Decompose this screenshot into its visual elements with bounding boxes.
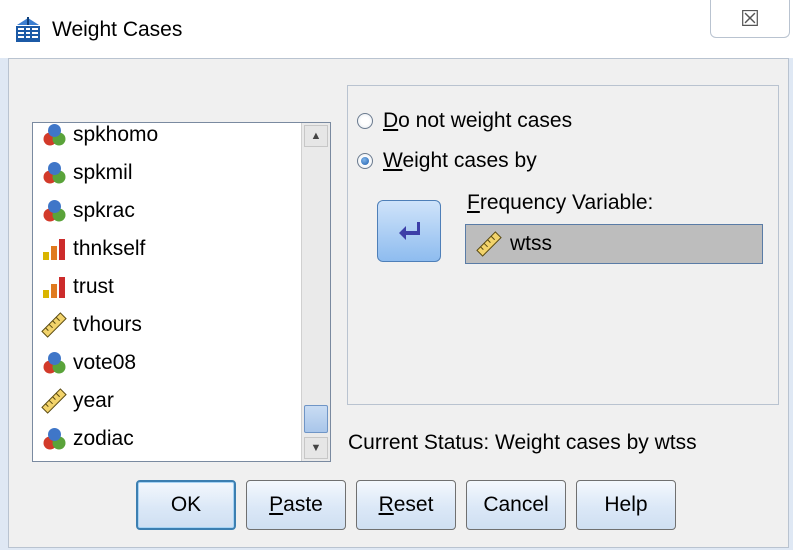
variable-item[interactable]: zodiac xyxy=(41,421,134,457)
do-not-weight-label: Do not weight cases xyxy=(383,109,573,132)
radio-on-icon xyxy=(357,153,373,169)
close-button[interactable]: ☒ xyxy=(710,0,790,38)
scroll-up-button[interactable]: ▲ xyxy=(304,125,328,147)
reset-button[interactable]: Reset xyxy=(356,480,456,530)
scale-icon xyxy=(41,312,67,338)
radio-off-icon xyxy=(357,113,373,129)
variable-name: trust xyxy=(73,275,114,298)
variable-name: spkmil xyxy=(73,161,133,184)
paste-label: Paste xyxy=(269,493,323,516)
ok-label: OK xyxy=(170,493,202,516)
cancel-label: Cancel xyxy=(483,493,549,516)
scroll-down-button[interactable]: ▼ xyxy=(304,437,328,459)
title-bar: Weight Cases ☒ xyxy=(0,0,793,58)
variable-name: year xyxy=(73,389,114,412)
scroll-thumb[interactable] xyxy=(304,405,328,433)
current-status: Current Status: Weight cases by wtss xyxy=(348,431,697,454)
variable-list-scrollbar[interactable]: ▲ ▼ xyxy=(301,123,330,461)
nominal-icon xyxy=(43,352,66,374)
variable-item[interactable]: spkrac xyxy=(41,193,135,229)
move-variable-button[interactable] xyxy=(377,200,441,262)
nominal-icon xyxy=(43,200,66,222)
variable-name: spkhomo xyxy=(73,123,159,146)
variable-name: tvhours xyxy=(73,313,142,336)
help-button[interactable]: Help xyxy=(576,480,676,530)
frequency-variable-label: Frequency Variable: xyxy=(467,191,654,214)
ordinal-icon xyxy=(43,277,65,298)
triangle-down-icon: ▼ xyxy=(310,442,322,454)
paste-button[interactable]: Paste xyxy=(246,480,346,530)
variable-name: spkrac xyxy=(73,199,135,222)
variable-name: thnkself xyxy=(73,237,146,260)
arrow-left-icon xyxy=(399,222,420,240)
help-label: Help xyxy=(604,493,648,516)
do-not-weight-radio[interactable]: Do not weight cases xyxy=(357,109,572,133)
variable-name: zodiac xyxy=(73,427,134,450)
nominal-icon xyxy=(43,124,66,146)
variable-item[interactable]: spkmil xyxy=(41,155,133,191)
variable-list-items: spkhomo spkmil spkrac thnkself trust tvh… xyxy=(33,123,301,461)
variable-item[interactable]: spkhomo xyxy=(41,123,158,153)
variable-item[interactable]: tvhours xyxy=(41,307,142,343)
weight-cases-by-label: Weight cases by xyxy=(383,149,537,172)
weight-cases-by-radio[interactable]: Weight cases by xyxy=(357,149,537,173)
scale-icon xyxy=(41,388,67,414)
nominal-icon xyxy=(43,162,66,184)
variable-item[interactable]: thnkself xyxy=(41,231,145,267)
variable-item[interactable]: trust xyxy=(41,269,114,305)
variable-item[interactable]: vote08 xyxy=(41,345,136,381)
ordinal-icon xyxy=(43,239,65,260)
nominal-icon xyxy=(43,428,66,450)
reset-label: Reset xyxy=(378,493,434,516)
ok-button[interactable]: OK xyxy=(136,480,236,530)
variable-item[interactable]: year xyxy=(41,383,114,419)
scale-icon xyxy=(476,231,502,257)
close-icon: ☒ xyxy=(740,5,760,31)
variable-list[interactable]: spkhomo spkmil spkrac thnkself trust tvh… xyxy=(32,122,331,462)
weight-cases-app-icon xyxy=(16,17,40,42)
weight-cases-dialog: Weight Cases ☒ spkhomo spkmil spkrac thn… xyxy=(0,0,793,550)
dialog-title: Weight Cases xyxy=(52,18,183,41)
variable-name: vote08 xyxy=(73,351,137,374)
cancel-button[interactable]: Cancel xyxy=(466,480,566,530)
frequency-variable-field[interactable]: wtss xyxy=(465,224,763,264)
frequency-variable-value: wtss xyxy=(510,232,552,255)
triangle-up-icon: ▲ xyxy=(310,130,322,142)
